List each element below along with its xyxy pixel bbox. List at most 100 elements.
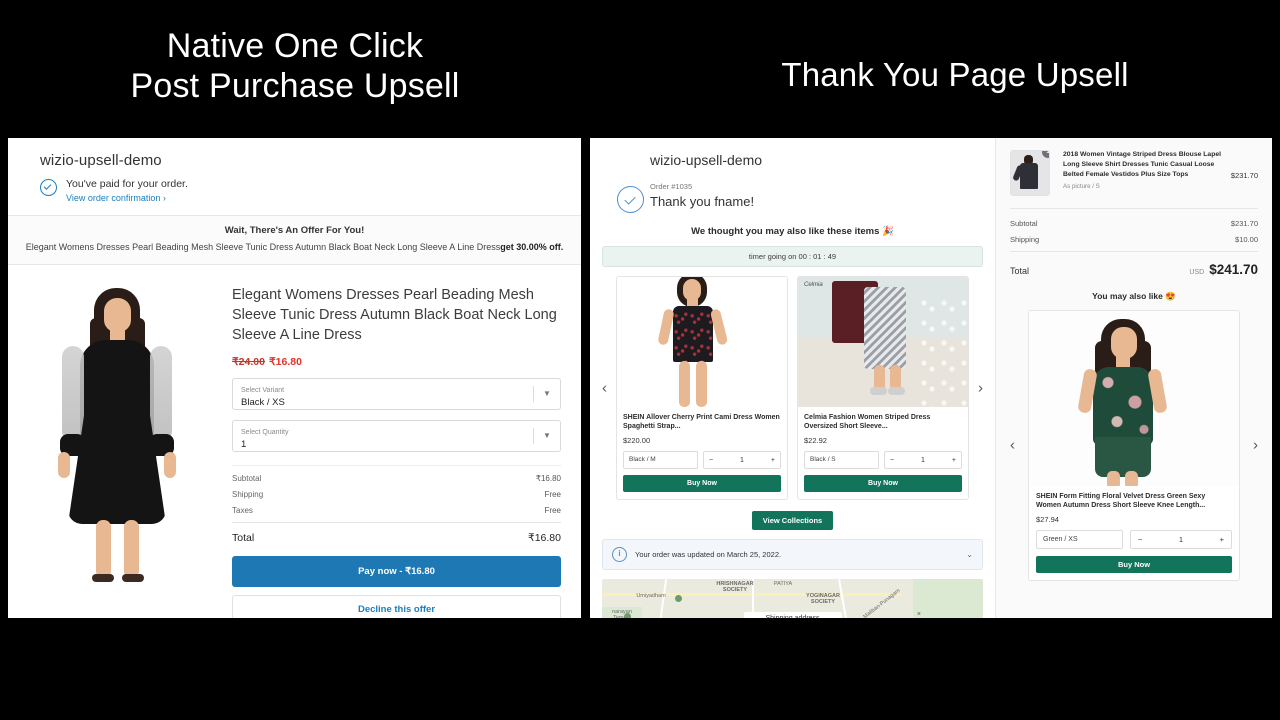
total-row: Total ₹16.80	[232, 521, 561, 544]
quantity-minus-button[interactable]: −	[1138, 535, 1142, 544]
shipping-label: Shipping	[1010, 235, 1040, 244]
left-panel-header: wizio-upsell-demo You've paid for your o…	[8, 138, 581, 215]
total-amount: USD $241.70	[1189, 262, 1258, 277]
shop-name: wizio-upsell-demo	[40, 152, 162, 169]
item-thumbnail: 1	[1010, 150, 1050, 196]
headline-left-line2: Post Purchase Upsell	[130, 67, 460, 106]
subtotal-value: $231.70	[1230, 219, 1258, 228]
order-update-text: Your order was updated on March 25, 2022…	[635, 550, 782, 559]
order-number: Order #1035	[650, 182, 693, 191]
offer-subtitle: Elegant Womens Dresses Pearl Beading Mes…	[18, 242, 571, 254]
product-card[interactable]: SHEIN Allover Cherry Print Cami Dress Wo…	[616, 276, 788, 500]
chevron-down-icon[interactable]: ▼	[534, 389, 560, 398]
shipping-address-chip: Shipping address	[743, 612, 842, 618]
carousel-next-icon[interactable]: ›	[978, 381, 983, 396]
price-discounted: ₹16.80	[268, 355, 302, 368]
carousel-next-icon[interactable]: ›	[1253, 438, 1258, 453]
offer-title: Wait, There's An Offer For You!	[224, 225, 365, 236]
quantity-stepper[interactable]: − 1 +	[703, 451, 781, 469]
product-details: Elegant Womens Dresses Pearl Beading Mes…	[212, 277, 561, 618]
sidebar-recommendation-carousel: ‹ › SHEIN Form Fitting Floral Velvet Dre…	[1010, 310, 1258, 581]
map-label: HRISHNAGAR SOCIETY	[716, 581, 754, 594]
map-label: PATIYA	[773, 581, 793, 587]
recommendation-section-title: We thought you may also like these items…	[691, 226, 894, 237]
slide-canvas: Native One Click Post Purchase Upsell Th…	[0, 0, 1280, 720]
view-order-confirmation-link[interactable]: View order confirmation ›	[66, 193, 188, 203]
shipping-row: Shipping Free	[232, 490, 561, 499]
buy-now-button[interactable]: Buy Now	[1036, 555, 1232, 573]
quantity-plus-button[interactable]: +	[952, 457, 956, 464]
you-may-also-like-title: You may also like 😍	[1092, 291, 1176, 301]
variant-field[interactable]: Black / S	[804, 451, 879, 469]
quantity-select[interactable]: Select Quantity 1 ▼	[232, 419, 561, 452]
recommendation-carousel: ‹ › SHEIN Allover Cherry Print Cami Dres…	[602, 276, 983, 500]
countdown-timer: timer going on 00 : 01 : 49	[602, 246, 983, 267]
product-card-price: $220.00	[623, 436, 651, 445]
offer-body: Elegant Womens Dresses Pearl Beading Mes…	[8, 265, 581, 618]
quantity-minus-button[interactable]: −	[709, 457, 713, 464]
quantity-plus-button[interactable]: +	[771, 457, 775, 464]
order-summary-lines: Subtotal $231.70 Shipping $10.00 Total U…	[1010, 208, 1258, 277]
headline-left-line1: Native One Click	[166, 27, 424, 65]
map-label: Umiyadham	[636, 593, 666, 599]
recommendation-card[interactable]: SHEIN Form Fitting Floral Velvet Dress G…	[1028, 310, 1240, 581]
shipping-address-map[interactable]: HRISHNAGAR SOCIETY YOGINAGAR SOCIETY Umiya…	[602, 579, 983, 618]
product-card[interactable]: Celmia Celmia Fashion Women Striped Dres…	[797, 276, 969, 500]
paid-status-row: You've paid for your order. View order c…	[40, 178, 581, 203]
subtotal-row: Subtotal $231.70	[1010, 219, 1258, 228]
quantity-plus-button[interactable]: +	[1220, 535, 1224, 544]
map-green-area	[913, 579, 983, 618]
check-circle-icon	[40, 179, 57, 196]
map-label: YOGINAGAR SOCIETY	[806, 593, 840, 606]
carousel-prev-icon[interactable]: ‹	[602, 381, 607, 396]
decline-offer-button[interactable]: Decline this offer	[232, 594, 561, 618]
carousel-prev-icon[interactable]: ‹	[1010, 438, 1015, 453]
order-update-notice[interactable]: i Your order was updated on March 25, 20…	[602, 539, 983, 570]
total-value: ₹16.80	[528, 531, 561, 544]
map-close-icon[interactable]: ×	[917, 611, 921, 618]
chevron-down-icon[interactable]: ▼	[534, 431, 560, 440]
product-card-name: SHEIN Allover Cherry Print Cami Dress Wo…	[623, 414, 780, 431]
buy-now-button[interactable]: Buy Now	[804, 475, 962, 492]
subtotal-row: Subtotal ₹16.80	[232, 474, 561, 483]
quantity-stepper[interactable]: − 1 +	[884, 451, 962, 469]
subtotal-value: ₹16.80	[535, 473, 561, 483]
shipping-row: Shipping $10.00	[1010, 235, 1258, 244]
variant-field[interactable]: Black / M	[623, 451, 698, 469]
quantity-stepper[interactable]: − 1 +	[1130, 529, 1232, 549]
price-original: ₹24.00	[232, 355, 265, 368]
thank-you-page-panel: wizio-upsell-demo Order #1035 Thank you …	[590, 138, 1272, 618]
shipping-label: Shipping	[232, 489, 264, 499]
headline-right: Thank You Page Upsell	[781, 56, 1129, 93]
shipping-value: $10.00	[1235, 235, 1258, 244]
headline-left: Native One Click Post Purchase Upsell	[60, 26, 530, 106]
product-card-price: $22.92	[804, 436, 827, 445]
chevron-down-icon[interactable]: ⌄	[966, 550, 973, 559]
pay-now-button[interactable]: Pay now - ₹16.80	[232, 555, 561, 587]
taxes-row: Taxes Free	[232, 506, 561, 515]
taxes-label: Taxes	[232, 505, 253, 515]
view-collections-button[interactable]: View Collections	[751, 511, 834, 530]
variant-field[interactable]: Green / XS	[1036, 529, 1123, 549]
order-summary-sidebar: 1 2018 Women Vintage Striped Dress Blous…	[995, 138, 1272, 618]
map-pin-icon	[675, 595, 682, 602]
quantity-minus-button[interactable]: −	[890, 457, 894, 464]
total-currency: USD	[1189, 269, 1205, 276]
buy-now-button[interactable]: Buy Now	[623, 475, 781, 492]
total-label: Total	[232, 531, 255, 544]
view-collections-wrap: View Collections	[590, 510, 995, 530]
quantity-value: 1	[1178, 534, 1184, 544]
order-summary-lines: Subtotal ₹16.80 Shipping Free Taxes Free…	[232, 464, 561, 544]
subtotal-label: Subtotal	[232, 473, 262, 483]
variant-select[interactable]: Select Variant Black / XS ▼	[232, 377, 561, 410]
total-label: Total	[1010, 266, 1030, 276]
quantity-value: 1	[921, 456, 925, 464]
map-pin-icon	[624, 613, 631, 618]
order-confirmation-row: Order #1035 Thank you fname!	[617, 182, 995, 213]
offer-banner: Wait, There's An Offer For You! Elegant …	[8, 215, 581, 265]
taxes-value: Free	[544, 505, 561, 515]
recommendation-image	[1029, 311, 1239, 486]
variant-select-value: Black / XS	[241, 396, 285, 408]
variant-select-label: Select Variant	[241, 386, 285, 394]
total-value: $241.70	[1209, 262, 1258, 277]
